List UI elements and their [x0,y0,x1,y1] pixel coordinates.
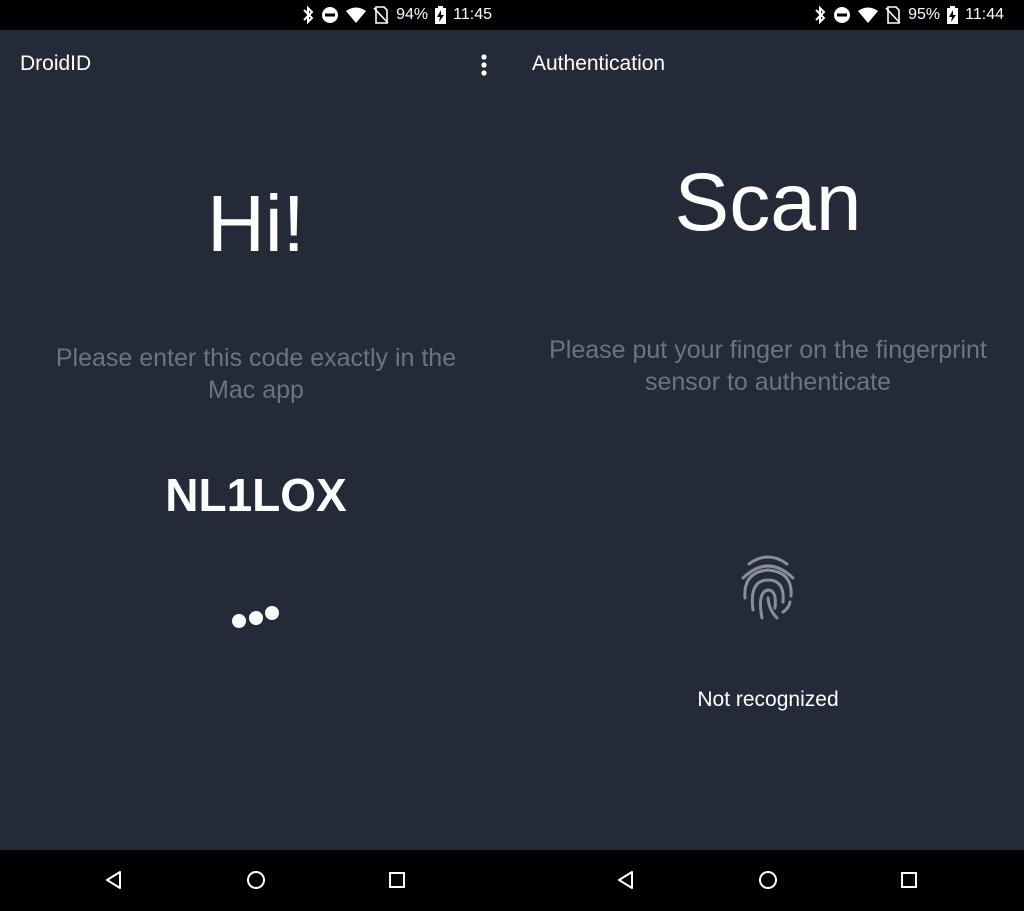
bluetooth-icon [303,6,314,24]
authentication-screen: 95% 11:44 Authentication Scan Please put… [512,0,1024,911]
navigation-bar [0,850,512,911]
do-not-disturb-icon [322,7,339,23]
more-vert-icon[interactable] [472,50,496,80]
scan-title: Scan [674,157,862,248]
status-bar: 94% 11:45 [0,0,512,30]
loading-dots-icon [232,606,279,628]
greeting-title: Hi! [207,179,305,268]
battery-percent: 94% [396,6,429,23]
pairing-code: NL1LOX [165,469,347,521]
do-not-disturb-icon [834,7,851,23]
nav-back-icon[interactable] [614,868,638,892]
wifi-icon [858,7,879,23]
fingerprint-instructions: Please put your finger on the fingerprin… [549,336,987,396]
fingerprint-icon[interactable] [737,552,799,624]
bluetooth-icon [815,6,826,24]
nav-recent-icon[interactable] [897,868,921,892]
pairing-instructions: Please enter this code exactly in the Ma… [55,344,457,404]
battery-charging-icon [947,6,959,24]
battery-percent: 95% [908,6,941,23]
nav-back-icon[interactable] [102,868,126,892]
battery-charging-icon [435,6,447,24]
no-sim-icon [885,6,901,24]
screenshot-pair: 94% 11:45 DroidID Hi! Please enter this … [0,0,1024,911]
nav-home-icon[interactable] [756,868,780,892]
status-bar: 95% 11:44 [512,0,1024,30]
app-title: DroidID [20,52,92,75]
droidid-pairing-screen: 94% 11:45 DroidID Hi! Please enter this … [0,0,512,911]
navigation-bar [512,850,1024,911]
nav-home-icon[interactable] [244,868,268,892]
no-sim-icon [373,6,389,24]
wifi-icon [346,7,367,23]
auth-status-message: Not recognized [697,688,839,711]
clock: 11:44 [965,6,1004,23]
clock: 11:45 [453,6,492,23]
nav-recent-icon[interactable] [385,868,409,892]
app-title: Authentication [532,52,666,75]
